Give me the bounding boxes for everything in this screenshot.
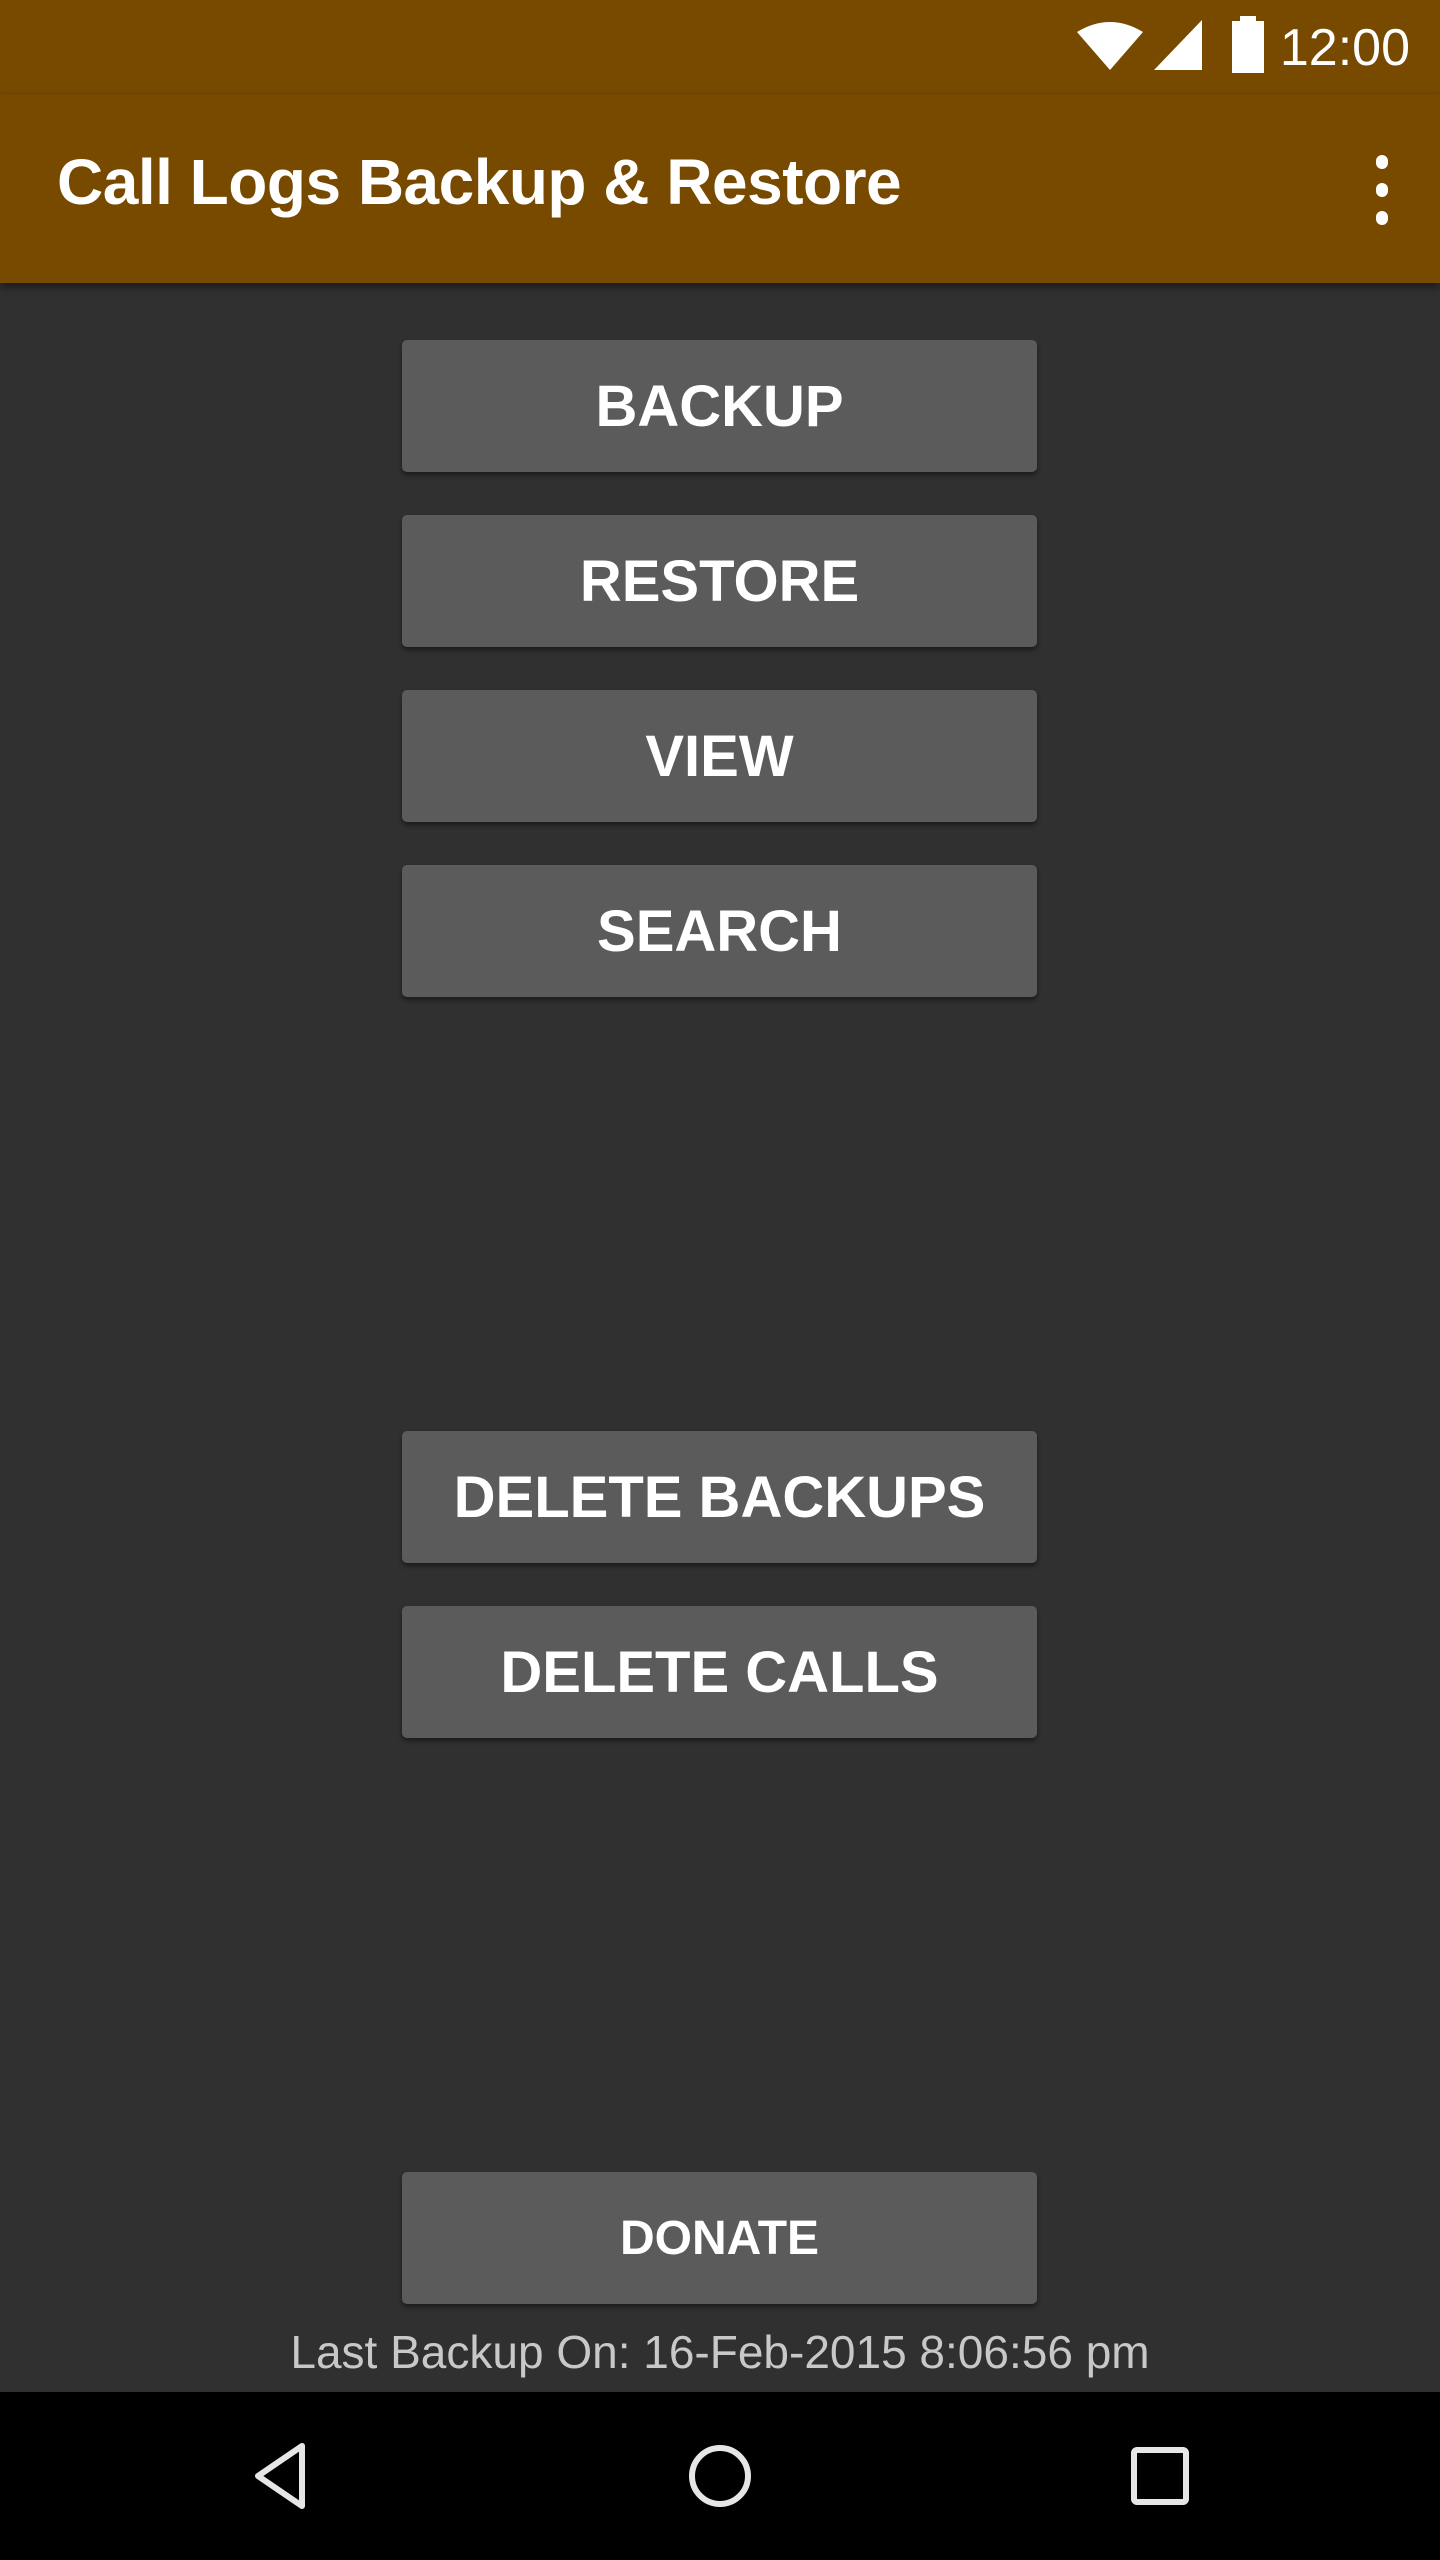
view-button[interactable]: VIEW: [402, 690, 1037, 822]
more-vert-icon[interactable]: [1364, 155, 1400, 225]
home-icon[interactable]: [680, 2436, 760, 2516]
app-bar: Call Logs Backup & Restore: [0, 95, 1440, 283]
restore-button[interactable]: RESTORE: [402, 515, 1037, 647]
delete-calls-button[interactable]: DELETE CALLS: [402, 1606, 1037, 1738]
donate-button[interactable]: DONATE: [402, 2172, 1037, 2304]
back-icon[interactable]: [240, 2436, 320, 2516]
delete-backups-button[interactable]: DELETE BACKUPS: [402, 1431, 1037, 1563]
cell-signal-icon: [1154, 20, 1202, 70]
backup-button[interactable]: BACKUP: [402, 340, 1037, 472]
battery-icon: [1232, 16, 1264, 73]
last-backup-text: Last Backup On: 16-Feb-2015 8:06:56 pm: [290, 2326, 1150, 2378]
wifi-icon: [1077, 22, 1143, 70]
search-button[interactable]: SEARCH: [402, 865, 1037, 997]
status-bar: 12:00: [0, 0, 1440, 95]
clock: 12:00: [1279, 19, 1410, 77]
navigation-bar: [0, 2392, 1440, 2560]
app-title: Call Logs Backup & Restore: [57, 146, 902, 218]
recents-icon[interactable]: [1120, 2436, 1200, 2516]
